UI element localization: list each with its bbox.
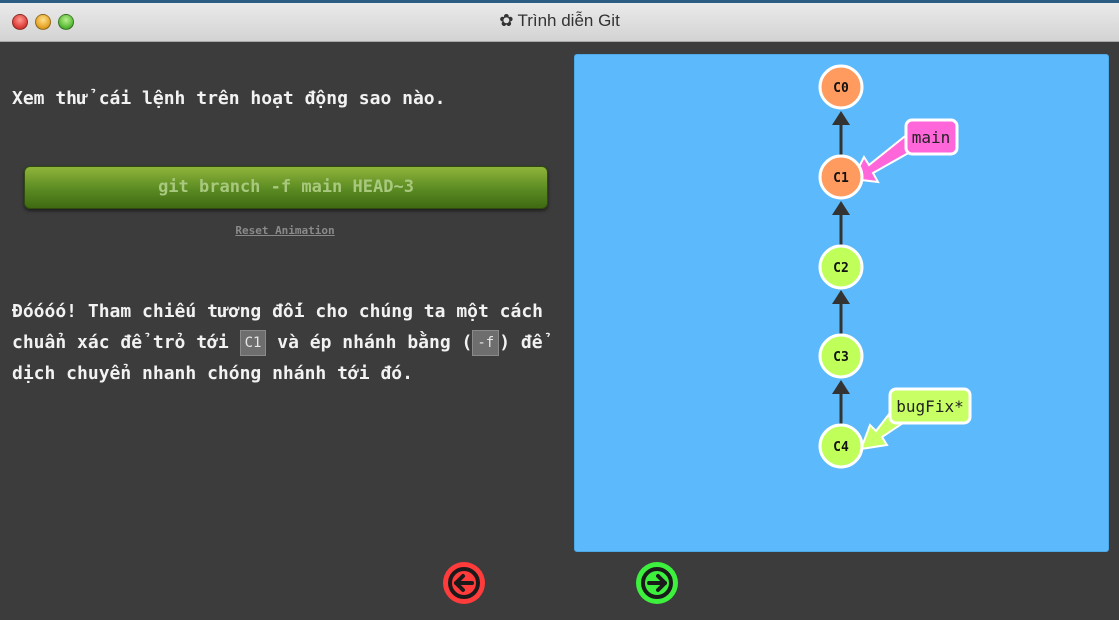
commit-c4-label: C4 — [833, 440, 849, 455]
edge-arrow-c4-c3 — [832, 380, 850, 394]
back-button[interactable] — [442, 561, 486, 605]
gear-icon: ✿ — [499, 11, 514, 30]
edge-arrow-c1-c0 — [832, 111, 850, 125]
git-visualization: main bugFix* C0 C1 C2 C3 C4 — [574, 54, 1109, 552]
commit-graph: main bugFix* C0 C1 C2 C3 C4 — [818, 64, 972, 469]
commit-c2-label: C2 — [833, 261, 849, 276]
reset-animation-link[interactable]: Reset Animation — [0, 224, 570, 237]
branch-label-bugfix-text: bugFix* — [896, 397, 963, 416]
lesson-panel: Xem thử cái lệnh trên hoạt động sao nào.… — [0, 42, 570, 552]
code-chip-c1: C1 — [239, 330, 267, 356]
commit-c1-label: C1 — [833, 171, 849, 186]
branch-label-main[interactable]: main — [904, 118, 959, 156]
branch-label-bugfix[interactable]: bugFix* — [888, 387, 972, 425]
branch-label-main-text: main — [912, 128, 951, 147]
edge-arrow-c3-c2 — [832, 290, 850, 304]
intro-text: Xem thử cái lệnh trên hoạt động sao nào. — [12, 88, 446, 109]
edge-arrow-c2-c1 — [832, 201, 850, 215]
window-title: ✿ Trình diễn Git — [0, 0, 1119, 42]
commit-c4[interactable]: C4 — [818, 423, 864, 469]
commit-c3[interactable]: C3 — [818, 333, 864, 379]
run-command-button[interactable]: git branch -f main HEAD~3 — [24, 166, 548, 209]
description-part-2: và ép nhánh bằng ( — [266, 332, 473, 353]
commit-c2[interactable]: C2 — [818, 244, 864, 290]
description-text: Đóóóó! Tham chiếu tương đối cho chúng ta… — [12, 296, 562, 389]
code-chip-force-flag: -f — [472, 330, 500, 356]
forward-button[interactable] — [635, 561, 679, 605]
commit-c0[interactable]: C0 — [818, 64, 864, 110]
title-bar: ✿ Trình diễn Git — [0, 0, 1119, 42]
commit-c1[interactable]: C1 — [818, 154, 864, 200]
commit-c0-label: C0 — [833, 81, 849, 96]
commit-c3-label: C3 — [833, 350, 849, 365]
window-title-text: Trình diễn Git — [517, 11, 620, 30]
